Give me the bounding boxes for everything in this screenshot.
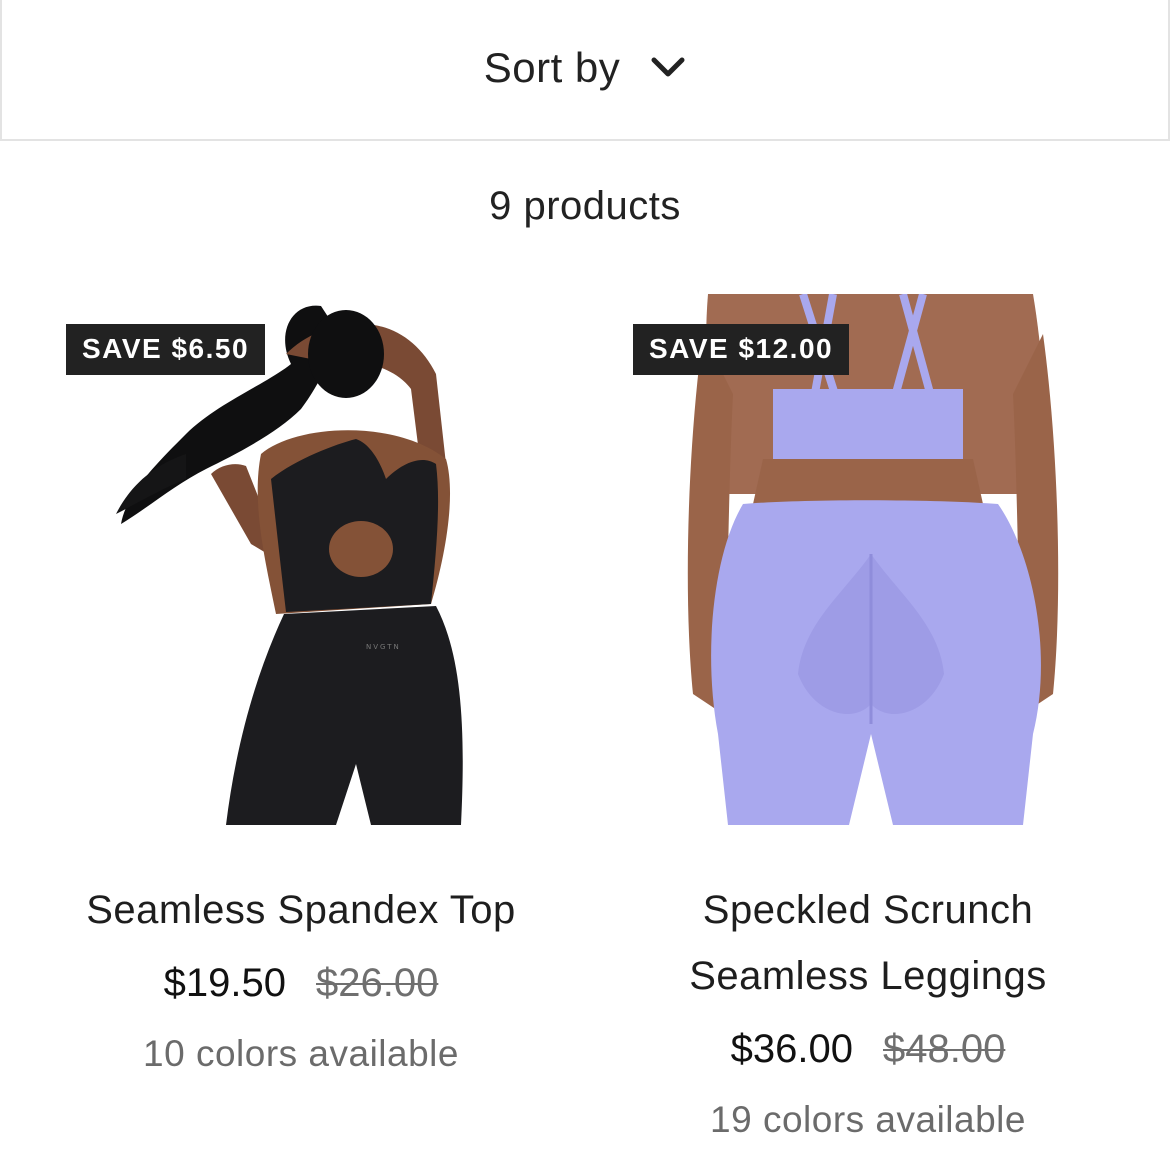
sale-price: $36.00	[730, 1027, 853, 1071]
sale-badge: SAVE $6.50	[66, 324, 266, 375]
price-row: $19.50 $26.00	[36, 953, 566, 1013]
sale-price: $19.50	[163, 961, 286, 1005]
product-title[interactable]: Speckled Scrunch Seamless Leggings	[603, 877, 1133, 1009]
product-count: 9 products	[489, 184, 681, 228]
product-info: Speckled Scrunch Seamless Leggings $36.0…	[603, 877, 1133, 1143]
product-title[interactable]: Seamless Spandex Top	[36, 877, 566, 943]
product-card[interactable]: NVGTN SAVE $6.50 Seamless Spandex Top $1…	[36, 294, 566, 1077]
sort-dropdown[interactable]: Sort by	[0, 0, 1170, 141]
chevron-down-icon	[650, 55, 686, 81]
colors-available: 10 colors available	[143, 1033, 459, 1074]
svg-text:NVGTN: NVGTN	[366, 643, 401, 651]
compare-price: $26.00	[316, 961, 439, 1005]
product-card[interactable]: SAVE $12.00 Speckled Scrunch Seamless Le…	[603, 294, 1133, 1143]
product-image-link[interactable]: NVGTN SAVE $6.50	[36, 294, 566, 825]
product-image-link[interactable]: SAVE $12.00	[603, 294, 1133, 825]
collection-page: Sort by 9 products NVGTN SAVE $6.50 Seam…	[0, 0, 1170, 1170]
product-info: Seamless Spandex Top $19.50 $26.00 10 co…	[36, 877, 566, 1077]
sort-label: Sort by	[483, 43, 621, 91]
colors-available: 19 colors available	[710, 1099, 1026, 1140]
sort-dropdown-inner: Sort by	[484, 44, 687, 92]
price-row: $36.00 $48.00	[603, 1019, 1133, 1079]
compare-price: $48.00	[883, 1027, 1006, 1071]
sale-badge: SAVE $12.00	[633, 324, 850, 375]
